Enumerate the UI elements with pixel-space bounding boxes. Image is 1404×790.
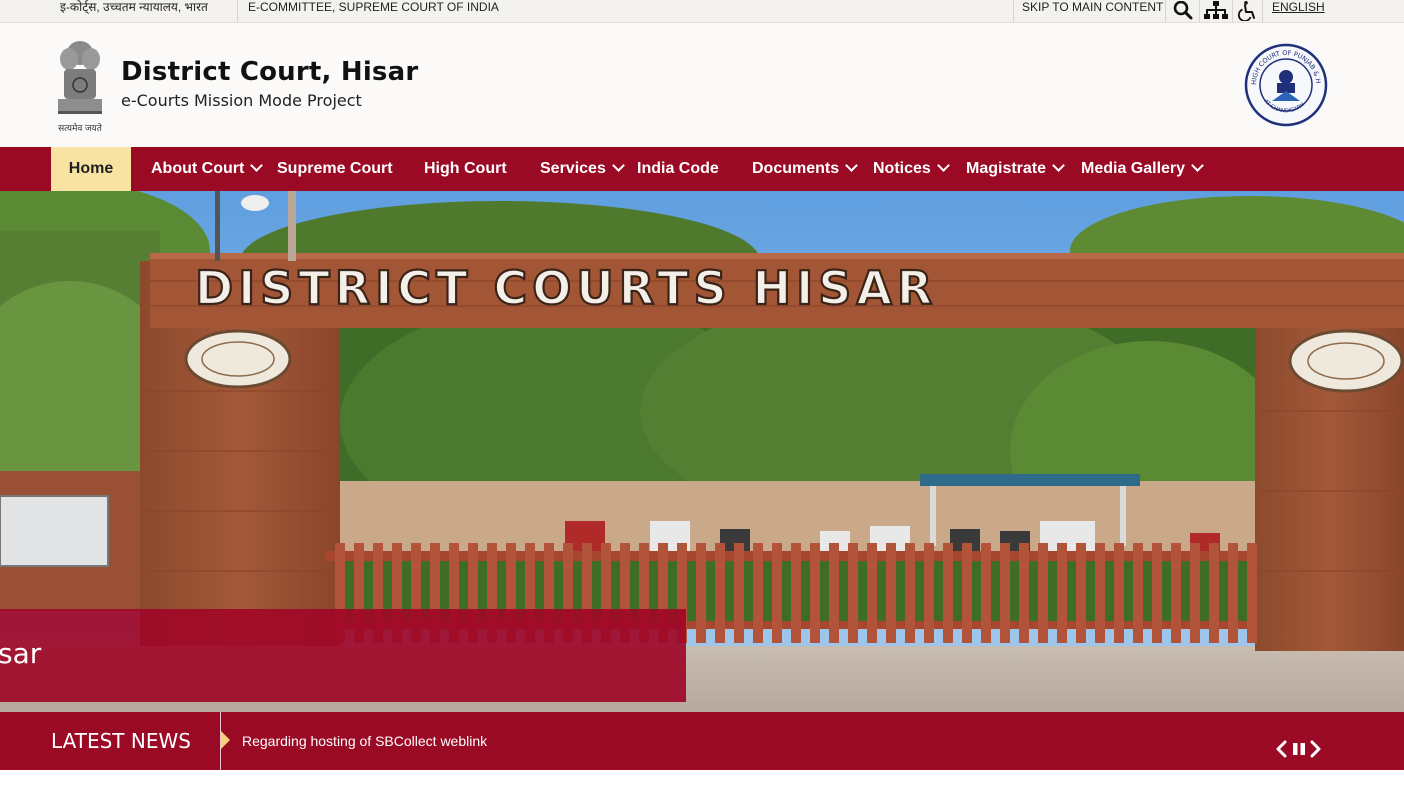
site-subtitle: e-Courts Mission Mode Project bbox=[121, 91, 362, 110]
fence-slat bbox=[867, 543, 877, 643]
prev-icon[interactable] bbox=[1273, 738, 1289, 760]
site-title: District Court, Hisar bbox=[121, 57, 419, 87]
nav-item-india-code[interactable]: India Code bbox=[637, 147, 719, 191]
fence-slat bbox=[1171, 543, 1181, 643]
pause-icon[interactable] bbox=[1291, 738, 1307, 760]
skip-to-main-content-link[interactable]: SKIP TO MAIN CONTENT bbox=[1022, 0, 1163, 19]
topbar-divider bbox=[1165, 0, 1166, 22]
language-selector[interactable]: ENGLISH bbox=[1272, 0, 1325, 19]
fence-slat bbox=[829, 543, 839, 643]
high-court-logo[interactable]: HIGH COURT OF PUNJAB & HARYANA AT CHANDI… bbox=[1239, 35, 1330, 129]
fence-slat bbox=[1228, 543, 1238, 643]
fence-slat bbox=[1057, 543, 1067, 643]
nav-item-label: High Court bbox=[424, 160, 507, 177]
nav-item-home[interactable]: Home bbox=[51, 147, 131, 191]
fence-slat bbox=[791, 543, 801, 643]
search-icon[interactable] bbox=[1172, 0, 1194, 22]
nav-item-label: India Code bbox=[637, 160, 719, 177]
chevron-down-icon bbox=[611, 159, 625, 172]
nav-item-label: Services bbox=[540, 160, 606, 177]
fence-slat bbox=[1095, 543, 1105, 643]
nav-item-media-gallery[interactable]: Media Gallery bbox=[1081, 147, 1204, 191]
site-header: सत्यमेव जयते District Court, Hisar e-Cou… bbox=[0, 23, 1404, 147]
nav-item-supreme-court[interactable]: Supreme Court bbox=[277, 147, 393, 191]
news-pointer-icon bbox=[221, 731, 230, 749]
ecommittee-link[interactable]: E-COMMITTEE, SUPREME COURT OF INDIA bbox=[248, 0, 499, 19]
topbar-divider bbox=[1232, 0, 1233, 22]
fence-slat bbox=[715, 543, 725, 643]
nav-item-label: Notices bbox=[873, 160, 931, 177]
topbar-divider bbox=[1199, 0, 1200, 22]
accessibility-icon[interactable] bbox=[1235, 0, 1259, 22]
next-icon[interactable] bbox=[1308, 738, 1324, 760]
hindi-ecourts-label: इ-कोर्ट्स, उच्चतम न्यायालय, भारत bbox=[60, 0, 208, 14]
hero-carousel: DISTRICT COURTS HISAR sar bbox=[0, 191, 1404, 712]
chevron-down-icon bbox=[936, 159, 950, 172]
chevron-down-icon bbox=[1191, 159, 1204, 172]
fence-slat bbox=[772, 543, 782, 643]
gate-sign-text: DISTRICT COURTS HISAR bbox=[195, 261, 937, 315]
latest-news-label: LATEST NEWS bbox=[51, 729, 191, 753]
fence-slat bbox=[1000, 543, 1010, 643]
nav-item-high-court[interactable]: High Court bbox=[424, 147, 507, 191]
chevron-down-icon bbox=[1052, 159, 1065, 172]
fence-slat bbox=[1114, 543, 1124, 643]
fence-slat bbox=[753, 543, 763, 643]
latest-news-ticker: LATEST NEWS Regarding hosting of SBColle… bbox=[0, 712, 1404, 770]
hero-caption-box: sar bbox=[0, 609, 686, 702]
top-bar: इ-कोर्ट्स, उच्चतम न्यायालय, भारत E-COMMI… bbox=[0, 0, 1404, 23]
fence-slat bbox=[1190, 543, 1200, 643]
fence-slat bbox=[810, 543, 820, 643]
fence-slat bbox=[962, 543, 972, 643]
nav-item-label: About Court bbox=[151, 160, 245, 177]
fence-slat bbox=[1209, 543, 1219, 643]
fence-slat bbox=[886, 543, 896, 643]
nav-item-about-court[interactable]: About Court bbox=[151, 147, 264, 191]
fence-slat bbox=[696, 543, 706, 643]
nav-item-services[interactable]: Services bbox=[540, 147, 625, 191]
nav-item-magistrate[interactable]: Magistrate bbox=[966, 147, 1065, 191]
nav-item-label: Supreme Court bbox=[277, 160, 393, 177]
chevron-down-icon bbox=[250, 159, 264, 172]
fence-slat bbox=[848, 543, 858, 643]
hero-caption: sar bbox=[0, 637, 42, 670]
nav-item-label: Magistrate bbox=[966, 160, 1047, 177]
topbar-divider bbox=[1013, 0, 1014, 22]
nav-item-label: Media Gallery bbox=[1081, 160, 1186, 177]
fence-slat bbox=[1038, 543, 1048, 643]
national-emblem-logo[interactable]: सत्यमेव जयते bbox=[50, 33, 110, 133]
fence-slat bbox=[943, 543, 953, 643]
fence-slat bbox=[1247, 543, 1257, 643]
nav-item-documents[interactable]: Documents bbox=[752, 147, 858, 191]
fence-slat bbox=[734, 543, 744, 643]
nav-item-notices[interactable]: Notices bbox=[873, 147, 950, 191]
fence-slat bbox=[1019, 543, 1029, 643]
nav-item-label: Documents bbox=[752, 160, 840, 177]
fence-slat bbox=[1133, 543, 1143, 643]
fence-slat bbox=[905, 543, 915, 643]
fence-slat bbox=[924, 543, 934, 643]
fence-slat bbox=[981, 543, 991, 643]
chevron-down-icon bbox=[845, 159, 858, 172]
topbar-divider bbox=[1262, 0, 1263, 22]
emblem-motto: सत्यमेव जयते bbox=[58, 123, 102, 133]
sitemap-icon[interactable] bbox=[1203, 0, 1229, 22]
fence-slat bbox=[1076, 543, 1086, 643]
fence-slat bbox=[1152, 543, 1162, 643]
topbar-divider bbox=[237, 0, 238, 22]
main-navigation: Home About Court Supreme Court High Cour… bbox=[0, 147, 1404, 191]
nav-item-label: Home bbox=[68, 160, 114, 177]
news-item-link[interactable]: Regarding hosting of SBCollect weblink bbox=[242, 712, 487, 770]
